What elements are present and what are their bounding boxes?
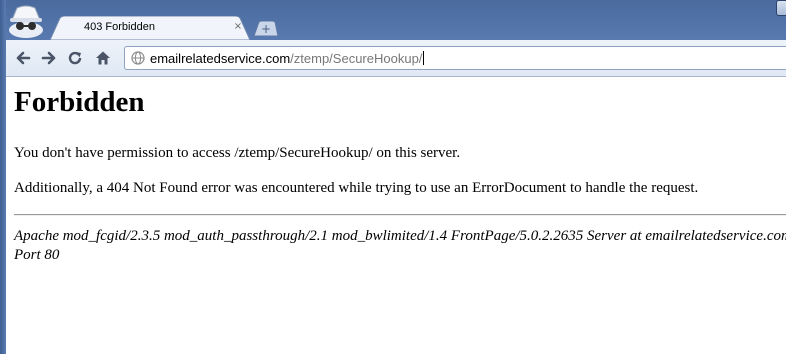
url-host: emailrelatedservice.com xyxy=(150,51,291,66)
address-bar[interactable]: emailrelatedservice.com/ztemp/SecureHook… xyxy=(124,46,786,70)
server-signature: Apache mod_fcgid/2.3.5 mod_auth_passthro… xyxy=(14,227,786,265)
error-message: You don't have permission to access /zte… xyxy=(14,145,461,161)
url-text[interactable]: emailrelatedservice.com/ztemp/SecureHook… xyxy=(150,51,425,66)
page-content: Forbidden You don't have permission to a… xyxy=(6,77,786,354)
text-caret xyxy=(423,51,425,65)
error-additional-message: Additionally, a 404 Not Found error was … xyxy=(14,180,699,196)
back-arrow-icon xyxy=(16,51,31,65)
back-button[interactable] xyxy=(12,48,34,68)
browser-toolbar: emailrelatedservice.com/ztemp/SecureHook… xyxy=(6,40,786,77)
server-port-text: Port 80 xyxy=(14,247,60,263)
divider xyxy=(14,214,786,216)
globe-icon xyxy=(131,51,145,65)
tab-active[interactable]: 403 Forbidden × xyxy=(50,16,250,40)
window-control-button[interactable] xyxy=(776,0,786,16)
url-path: /ztemp/SecureHookup/ xyxy=(290,51,423,66)
server-signature-text: Apache mod_fcgid/2.3.5 mod_auth_passthro… xyxy=(14,228,786,244)
incognito-icon xyxy=(6,2,46,38)
tab-close-icon[interactable]: × xyxy=(233,22,243,32)
page-title: Forbidden xyxy=(14,86,145,118)
forward-button[interactable] xyxy=(38,48,60,68)
home-button[interactable] xyxy=(92,48,114,68)
home-icon xyxy=(96,51,110,65)
forward-arrow-icon xyxy=(41,51,56,65)
new-tab-icon: + xyxy=(261,22,271,36)
new-tab-button[interactable]: + xyxy=(253,20,279,37)
reload-button[interactable] xyxy=(64,48,86,68)
tab-title: 403 Forbidden xyxy=(84,21,155,33)
reload-icon xyxy=(68,51,82,65)
